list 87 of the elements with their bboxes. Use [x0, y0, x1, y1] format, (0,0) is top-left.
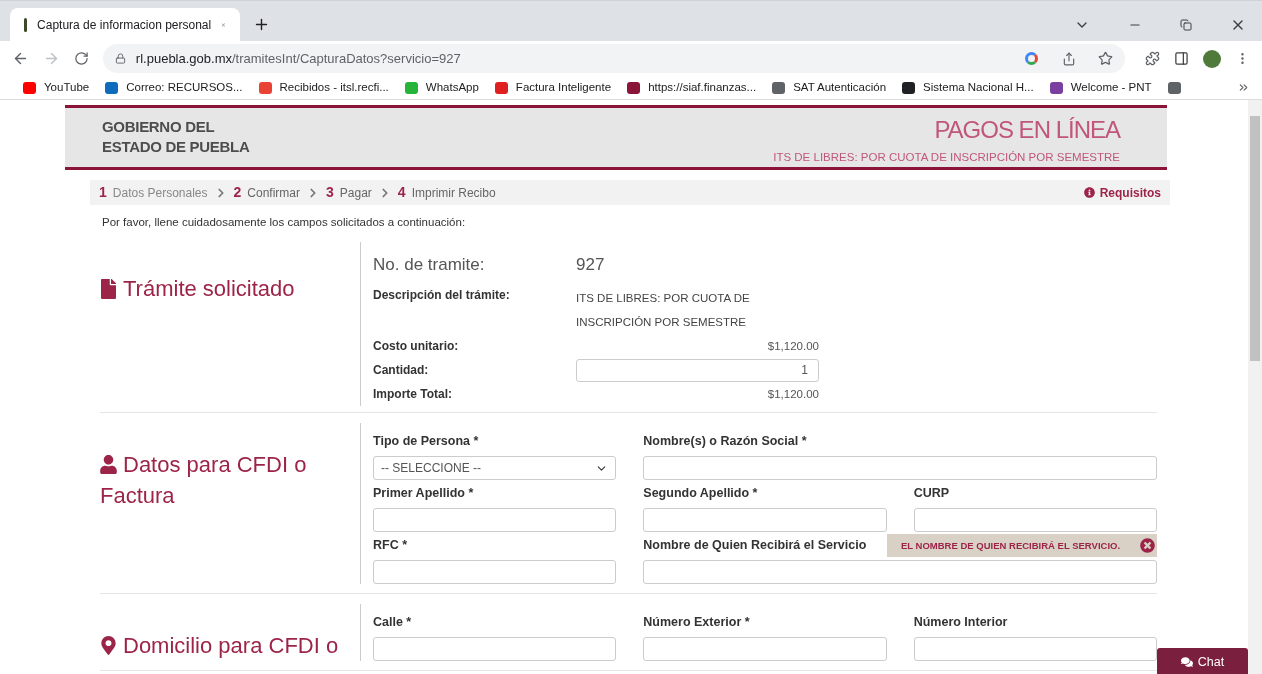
section-heading: Trámite solicitado — [100, 272, 360, 306]
step-number: 4 — [397, 183, 406, 202]
input-field[interactable] — [913, 508, 1157, 533]
new-tab-icon[interactable] — [253, 16, 270, 33]
address-bar[interactable]: rl.puebla.gob.mx/tramitesInt/CapturaDatos?servicio=927 — [102, 44, 1126, 73]
bookmark-link[interactable]: SAT Autenticación — [793, 78, 887, 97]
restore-icon[interactable] — [1180, 19, 1192, 31]
bookmark-link[interactable]: https://siaf.finanzas... — [648, 78, 757, 97]
url-text: rl.puebla.gob.mx/tramitesInt/CapturaDatos?servicio=927 — [135, 49, 461, 68]
more-bookmarks-icon[interactable] — [1237, 81, 1250, 94]
info-icon — [1083, 187, 1095, 198]
step-label: Imprimir Recibo — [411, 184, 496, 202]
detail-value: 927 — [576, 253, 605, 276]
step-label: Confirmar — [247, 184, 300, 202]
step-label: Pagar — [339, 184, 372, 202]
detail-label: No. de tramite: — [373, 253, 486, 276]
detail-value: $1,120.00 — [766, 386, 819, 402]
bookmark-link[interactable]: Sistema Nacional H... — [923, 78, 1034, 97]
detail-label: Costo unitario: — [373, 338, 460, 356]
input-field[interactable] — [373, 560, 617, 585]
organization-name: GOBIERNO DEL — [102, 117, 216, 137]
field-label: Primer Apellido * — [373, 485, 474, 503]
scrollbar[interactable] — [1248, 100, 1262, 674]
field-label: Número Interior — [913, 614, 1008, 632]
star-icon[interactable] — [1098, 51, 1114, 66]
input-field[interactable] — [373, 508, 617, 533]
close-icon[interactable] — [1140, 538, 1155, 554]
field-label: Nombre(s) o Razón Social * — [643, 433, 807, 451]
requisitos-link[interactable]: Requisitos — [1083, 183, 1161, 202]
detail-label: Descripción del trámite: — [373, 287, 511, 305]
input-field[interactable] — [913, 637, 1157, 662]
bookmark-link[interactable]: Welcome - PNT — [1070, 78, 1152, 97]
field-label: RFC * — [373, 537, 408, 555]
site-favicon-icon — [24, 17, 28, 32]
chat-icon — [1180, 656, 1193, 668]
bookmark-link[interactable]: WhatsApp — [425, 78, 479, 97]
extensions-icon[interactable] — [1145, 51, 1161, 66]
bookmark-favicon-icon[interactable] — [1167, 81, 1181, 94]
page-subtitle: ITS DE LIBRES: POR CUOTA DE INSCRIPCIÓN POR SEMESTRE — [773, 150, 1120, 165]
instructions-text: Por favor, llene cuidadosamente los campos solicitados a continuación: — [102, 215, 467, 230]
lock-icon — [114, 53, 126, 64]
input-field[interactable] — [373, 637, 617, 662]
section-heading: Domicilio para CFDI o — [100, 630, 350, 662]
step-label: Datos Personales — [112, 184, 208, 202]
input-field[interactable] — [643, 508, 887, 533]
profile-avatar-icon[interactable] — [1203, 49, 1221, 68]
share-icon[interactable] — [1062, 51, 1077, 66]
field-label: Segundo Apellido * — [643, 485, 758, 503]
input-field[interactable] — [643, 456, 1157, 481]
input-field[interactable] — [643, 637, 887, 662]
step-number: 1 — [99, 183, 107, 202]
section-heading: Datos para CFDI o Factura — [100, 451, 308, 511]
field-label: CURP — [913, 485, 950, 503]
map-pin-icon — [100, 636, 117, 656]
field-label: Tipo de Persona * — [373, 433, 479, 451]
reload-icon[interactable] — [73, 51, 89, 66]
detail-label: Importe Total: — [373, 386, 454, 404]
field-label: Calle * — [373, 614, 412, 632]
detail-label: Cantidad: — [373, 362, 430, 380]
quantity-field[interactable]: 1 — [576, 358, 819, 382]
bookmark-favicon-icon[interactable] — [627, 81, 641, 94]
step-number: 2 — [233, 183, 242, 202]
bookmark-favicon-icon[interactable] — [772, 81, 786, 94]
bookmark-link[interactable]: Correo: RECURSOS... — [126, 78, 243, 97]
bookmark-link[interactable]: Factura Inteligente — [515, 78, 612, 97]
document-icon — [100, 278, 117, 299]
field-label: Número Exterior * — [643, 614, 750, 632]
browser-tab[interactable]: Captura de informacion personal — [10, 8, 240, 41]
input-field[interactable] — [643, 560, 1157, 585]
step-number: 3 — [326, 183, 334, 202]
tab-title: Captura de informacion personal — [37, 16, 212, 34]
error-message: EL NOMBRE DE QUIEN RECIBIRÁ EL SERVICIO. — [901, 538, 1121, 553]
back-icon[interactable] — [12, 50, 29, 67]
bookmark-link[interactable]: Recibidos - itsl.recfi... — [279, 78, 389, 97]
person-icon — [100, 455, 117, 475]
chat-button[interactable]: Chat — [1157, 648, 1248, 674]
bookmark-link[interactable]: YouTube — [44, 78, 90, 97]
select-field[interactable]: -- SELECCIONE -- — [373, 456, 617, 481]
google-g-icon — [1025, 52, 1039, 65]
page-title: PAGOS EN LÍNEA — [934, 117, 1120, 143]
field-label: Nombre de Quien Recibirá el Servicio — [643, 537, 867, 555]
detail-value: ITS DE LIBRES: POR CUOTA DE INSCRIPCIÓN POR SEMESTRE — [576, 291, 751, 331]
detail-value: $1,120.00 — [766, 338, 819, 354]
bookmark-favicon-icon[interactable] — [1049, 81, 1063, 94]
bookmark-favicon-icon[interactable] — [902, 81, 916, 94]
organization-name: ESTADO DE PUEBLA — [102, 137, 250, 157]
side-panel-icon[interactable] — [1174, 51, 1190, 66]
